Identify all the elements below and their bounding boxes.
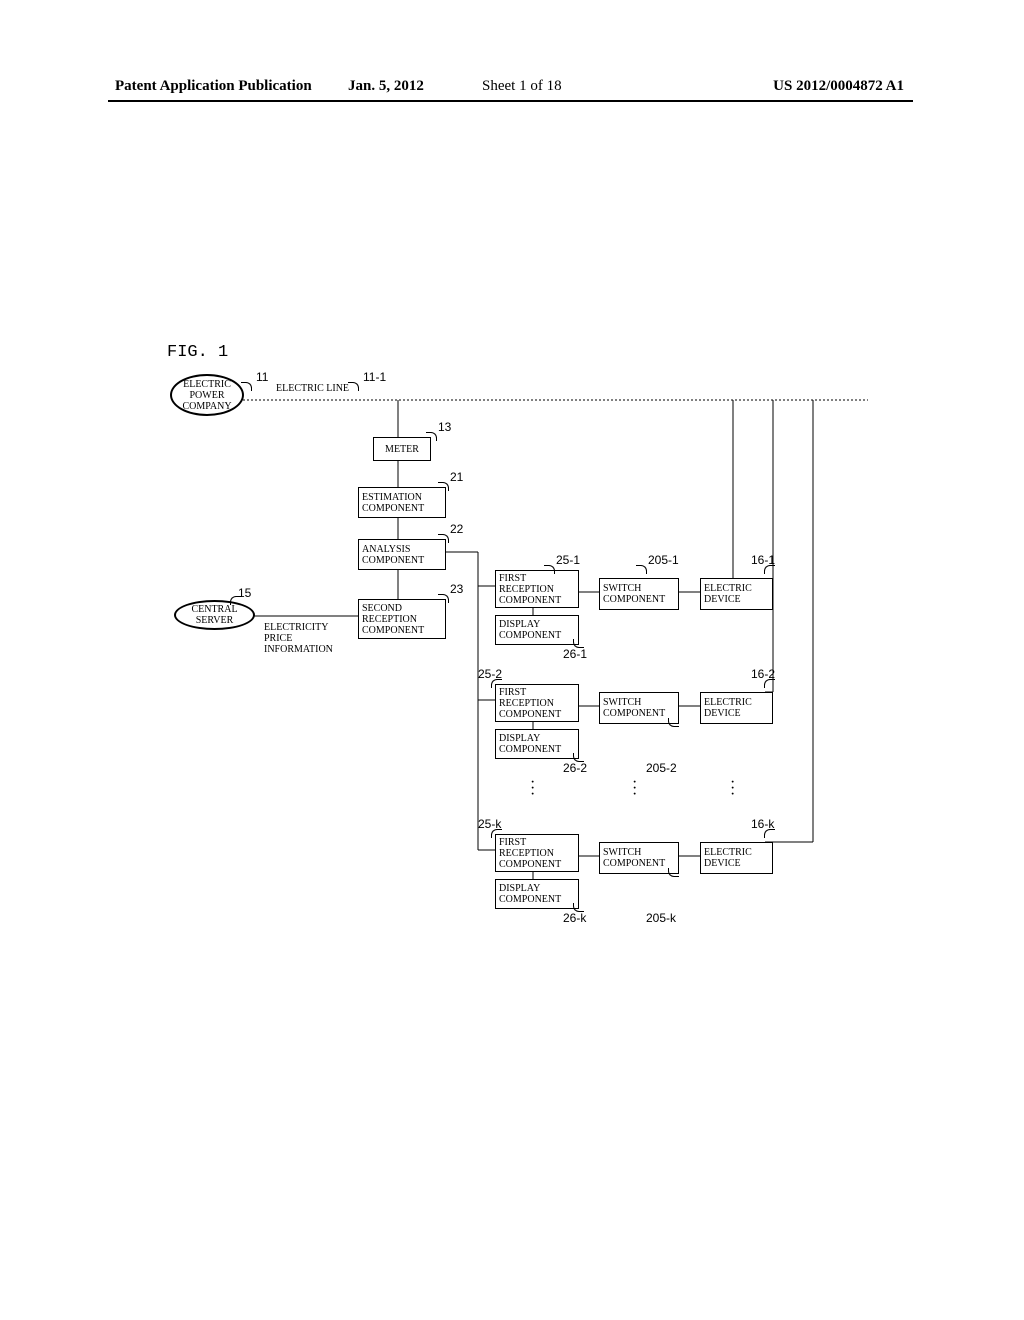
ref-21: 21 (450, 470, 463, 484)
first-reception-label-2: FIRST RECEPTION COMPONENT (499, 687, 575, 720)
analysis-label: ANALYSIS COMPONENT (362, 544, 442, 566)
lead-25-k (491, 829, 502, 838)
electric-line-label: ELECTRIC LINE (276, 383, 349, 394)
ref-26-2: 26-2 (563, 761, 587, 775)
page-header: Patent Application Publication Jan. 5, 2… (0, 78, 1024, 98)
vdots-1: ··· (530, 780, 535, 798)
switch-box-2: SWITCH COMPONENT (599, 692, 679, 724)
vdots-2: ··· (632, 780, 637, 798)
lead-23 (438, 594, 449, 603)
lead-16-1 (764, 565, 775, 574)
epc-label: ELECTRIC POWER COMPANY (182, 379, 231, 412)
meter-box: METER (373, 437, 431, 461)
lead-16-k (764, 829, 775, 838)
ref-13: 13 (438, 420, 451, 434)
lead-22 (438, 534, 449, 543)
central-server-node: CENTRAL SERVER (174, 600, 255, 630)
display-box-2: DISPLAY COMPONENT (495, 729, 579, 759)
ref-11-1: 11-1 (363, 370, 386, 384)
switch-label-1: SWITCH COMPONENT (603, 583, 675, 605)
first-reception-box-k: FIRST RECEPTION COMPONENT (495, 834, 579, 872)
lead-205-2 (668, 718, 679, 727)
first-reception-box-2: FIRST RECEPTION COMPONENT (495, 684, 579, 722)
lead-26-k (573, 903, 584, 912)
analysis-box: ANALYSIS COMPONENT (358, 539, 446, 570)
display-box-1: DISPLAY COMPONENT (495, 615, 579, 645)
price-info-label: ELECTRICITY PRICE INFORMATION (264, 622, 333, 655)
ref-11: 11 (256, 370, 268, 384)
ref-205-1: 205-1 (648, 553, 679, 567)
lead-13 (426, 432, 437, 441)
ref-205-k: 205-k (646, 911, 676, 925)
electric-device-label-1: ELECTRIC DEVICE (704, 583, 769, 605)
electric-power-company-node: ELECTRIC POWER COMPANY (170, 374, 244, 416)
lead-21 (438, 482, 449, 491)
lead-11 (241, 382, 252, 391)
second-reception-label: SECOND RECEPTION COMPONENT (362, 603, 442, 636)
display-label-k: DISPLAY COMPONENT (499, 883, 575, 905)
sheet-text: Sheet 1 of 18 (482, 78, 562, 95)
ref-205-2: 205-2 (646, 761, 677, 775)
ref-25-1: 25-1 (556, 553, 580, 567)
second-reception-box: SECOND RECEPTION COMPONENT (358, 599, 446, 639)
lead-26-2 (573, 753, 584, 762)
ref-26-1: 26-1 (563, 647, 587, 661)
display-label-1: DISPLAY COMPONENT (499, 619, 575, 641)
ref-22: 22 (450, 522, 463, 536)
central-server-label: CENTRAL SERVER (191, 604, 237, 626)
figure-label: FIG. 1 (167, 343, 228, 362)
estimation-label: ESTIMATION COMPONENT (362, 492, 442, 514)
first-reception-label-k: FIRST RECEPTION COMPONENT (499, 837, 575, 870)
lead-25-1 (544, 565, 555, 574)
electric-device-box-2: ELECTRIC DEVICE (700, 692, 773, 724)
vdots-3: ··· (730, 780, 735, 798)
electric-device-box-1: ELECTRIC DEVICE (700, 578, 773, 610)
switch-label-k: SWITCH COMPONENT (603, 847, 675, 869)
lead-25-2 (491, 679, 502, 688)
lead-205-k (668, 868, 679, 877)
electric-device-label-2: ELECTRIC DEVICE (704, 697, 769, 719)
connector-lines (188, 370, 988, 990)
lead-26-1 (573, 639, 584, 648)
ref-23: 23 (450, 582, 463, 596)
pubno-text: US 2012/0004872 A1 (773, 78, 904, 95)
publication-text: Patent Application Publication (115, 78, 312, 95)
switch-box-1: SWITCH COMPONENT (599, 578, 679, 610)
electric-device-label-k: ELECTRIC DEVICE (704, 847, 769, 869)
switch-box-k: SWITCH COMPONENT (599, 842, 679, 874)
date-text: Jan. 5, 2012 (348, 78, 424, 95)
meter-label: METER (385, 444, 419, 455)
estimation-box: ESTIMATION COMPONENT (358, 487, 446, 518)
lead-16-2 (764, 679, 775, 688)
lead-11-1 (348, 382, 359, 391)
switch-label-2: SWITCH COMPONENT (603, 697, 675, 719)
ref-26-k: 26-k (563, 911, 586, 925)
display-box-k: DISPLAY COMPONENT (495, 879, 579, 909)
electric-device-box-k: ELECTRIC DEVICE (700, 842, 773, 874)
display-label-2: DISPLAY COMPONENT (499, 733, 575, 755)
block-diagram: ELECTRIC POWER COMPANY 11 ELECTRIC LINE … (188, 370, 988, 990)
lead-205-1 (636, 565, 647, 574)
first-reception-label-1: FIRST RECEPTION COMPONENT (499, 573, 575, 606)
first-reception-box-1: FIRST RECEPTION COMPONENT (495, 570, 579, 608)
header-rule (108, 100, 913, 102)
lead-15 (230, 596, 241, 605)
